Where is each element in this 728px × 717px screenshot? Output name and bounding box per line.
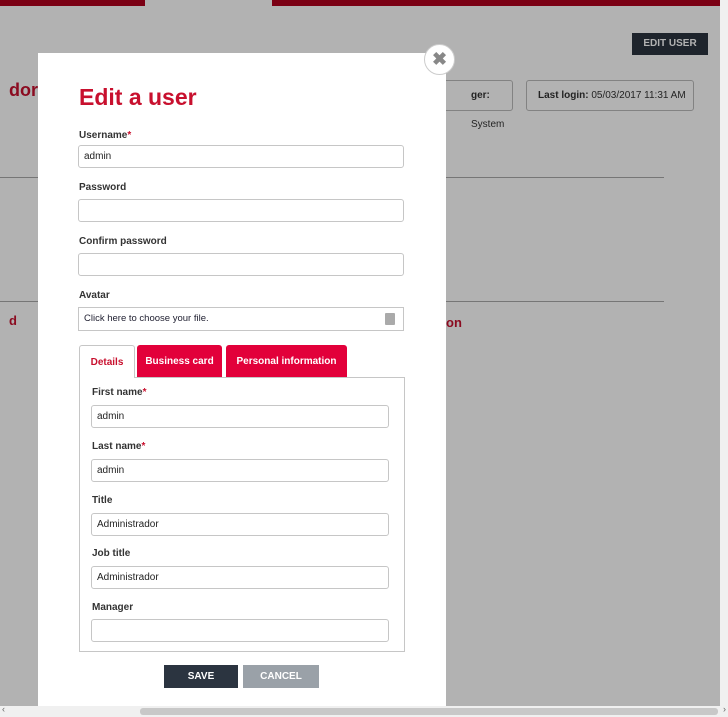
manager-field-label: Manager [92,602,134,613]
required-mark: * [141,441,146,452]
password-label: Password [79,182,127,193]
edit-user-modal: Edit a user Username* admin Password Con… [38,53,446,706]
first-name-label: First name* [92,387,146,398]
tab-business-card[interactable]: Business card [137,345,222,378]
password-field[interactable] [78,199,404,222]
horizontal-scrollbar-thumb[interactable] [140,708,718,715]
required-mark: * [142,387,147,398]
close-icon[interactable]: ✖ [424,44,455,75]
manager-field[interactable] [91,619,389,642]
avatar-file-text: Click here to choose your file. [84,313,209,324]
modal-title: Edit a user [79,84,197,110]
save-button[interactable]: SAVE [164,665,238,688]
avatar-label: Avatar [79,290,110,301]
job-title-field[interactable]: Administrador [91,566,389,589]
username-label-text: Username [79,130,128,141]
required-mark: * [127,130,132,141]
tab-personal-information[interactable]: Personal information [226,345,347,378]
cancel-button[interactable]: CANCEL [243,665,319,688]
file-icon[interactable] [385,313,395,325]
details-tab-panel: First name* admin Last name* admin Title… [79,377,405,652]
title-label: Title [92,495,113,506]
scroll-left-arrow-icon[interactable]: ‹ [2,704,5,714]
last-name-label: Last name* [92,441,145,452]
last-name-field[interactable]: admin [91,459,389,482]
horizontal-scrollbar[interactable]: ‹ › [0,704,728,717]
username-label: Username* [79,130,131,141]
username-field[interactable]: admin [78,145,404,168]
scroll-right-arrow-icon[interactable]: › [723,704,726,714]
vertical-scrollbar[interactable] [720,0,728,706]
first-name-field[interactable]: admin [91,405,389,428]
title-field[interactable]: Administrador [91,513,389,536]
confirm-password-label: Confirm password [79,236,167,247]
confirm-password-field[interactable] [78,253,404,276]
last-name-label-text: Last name [92,441,142,452]
avatar-file-picker[interactable]: Click here to choose your file. [78,307,404,331]
first-name-label-text: First name [92,387,143,398]
tab-details[interactable]: Details [79,345,135,378]
job-title-label: Job title [92,548,131,559]
